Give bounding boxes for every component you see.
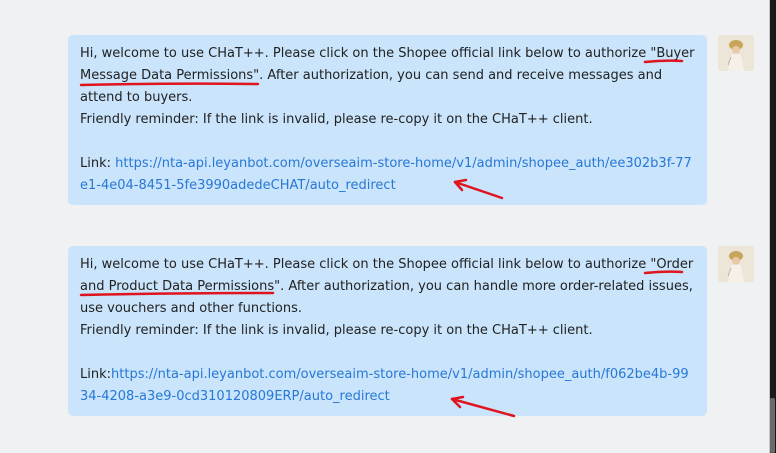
underline-mark bbox=[79, 82, 260, 87]
annotation-overlay bbox=[79, 59, 684, 418]
underline-mark bbox=[643, 59, 684, 64]
underline-mark bbox=[79, 291, 275, 297]
scrollbar-thumb[interactable] bbox=[770, 398, 775, 453]
annotation-arrow-icon bbox=[450, 397, 516, 418]
scrollbar-track[interactable] bbox=[770, 0, 776, 453]
underline-mark bbox=[643, 270, 684, 275]
